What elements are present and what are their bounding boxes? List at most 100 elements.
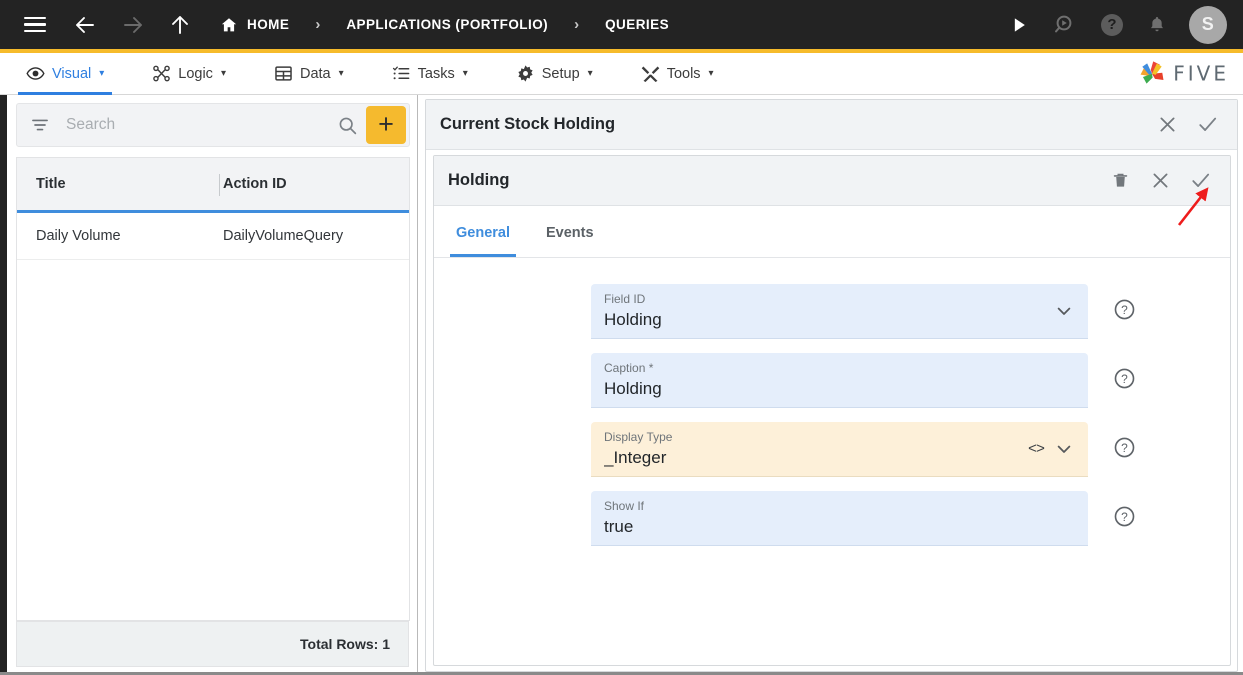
help-button[interactable]: ? <box>1101 13 1123 36</box>
play-icon <box>1014 17 1025 32</box>
home-icon <box>221 17 237 31</box>
tab-general[interactable]: General <box>442 209 524 257</box>
field-row-show-if: Show If true ? <box>434 491 1230 546</box>
caption-input[interactable]: Caption * Holding <box>591 353 1088 408</box>
caption-label: Caption * <box>604 361 654 375</box>
avatar-initial: S <box>1201 14 1215 34</box>
display-type-help-icon[interactable]: ? <box>1113 436 1136 459</box>
svg-text:?: ? <box>1121 510 1128 524</box>
caption-value: Holding <box>604 379 662 398</box>
chevron-down-icon[interactable] <box>1054 439 1074 459</box>
inner-close-button[interactable] <box>1142 163 1178 199</box>
outer-card-header: Current Stock Holding <box>426 100 1237 150</box>
menu-label-logic: Logic <box>178 65 213 82</box>
field-id-help-icon[interactable]: ? <box>1113 298 1136 321</box>
tools-icon <box>641 66 659 82</box>
tab-label-general: General <box>456 225 510 241</box>
outer-close-button[interactable] <box>1149 107 1185 143</box>
field-row-field-id: Field ID Holding ? <box>434 284 1230 339</box>
outer-confirm-button[interactable] <box>1189 107 1225 143</box>
search-play-icon <box>1055 15 1072 32</box>
menu-label-tools: Tools <box>666 65 701 82</box>
chevron-down-icon: ▾ <box>99 68 105 79</box>
field-id-input[interactable]: Field ID Holding <box>591 284 1088 339</box>
caption-help-icon[interactable]: ? <box>1113 367 1136 390</box>
menu-label-data: Data <box>299 65 331 82</box>
chevron-down-icon: ▾ <box>338 68 344 79</box>
menu-item-visual[interactable]: Visual ▾ <box>14 53 116 95</box>
outer-header-actions <box>1149 107 1225 143</box>
checklist-icon <box>392 66 410 80</box>
current-stock-holding-card: Current Stock Holding Holding General Ev… <box>425 99 1238 672</box>
menu-item-tools[interactable]: Tools ▾ <box>629 53 726 95</box>
column-header-action-id[interactable]: Action ID <box>223 176 287 192</box>
inner-delete-button[interactable] <box>1102 163 1138 199</box>
notifications-button[interactable] <box>1147 14 1167 35</box>
forward-arrow-icon <box>124 16 142 33</box>
add-query-button[interactable]: + <box>366 106 406 144</box>
search-input[interactable] <box>64 115 337 135</box>
chevron-down-icon[interactable] <box>1054 301 1074 321</box>
menu-item-tasks[interactable]: Tasks ▾ <box>380 53 480 95</box>
field-id-label: Field ID <box>604 292 646 306</box>
page-title: Current Stock Holding <box>440 115 616 133</box>
help-glyph: ? <box>1107 16 1117 33</box>
field-id-value: Holding <box>604 310 662 329</box>
holding-field-card: Holding General Events Field ID Holding … <box>433 155 1231 666</box>
five-brand-text: FIVE <box>1173 61 1229 86</box>
display-type-label: Display Type <box>604 430 673 444</box>
eye-icon <box>26 67 45 80</box>
app-window: HOME › APPLICATIONS (PORTFOLIO) › QUERIE… <box>0 0 1243 675</box>
back-button[interactable] <box>72 13 98 37</box>
display-type-input[interactable]: Display Type _Integer <> <box>591 422 1088 477</box>
chevron-down-icon: ▾ <box>587 68 593 79</box>
check-icon <box>1191 173 1209 187</box>
code-editor-icon[interactable]: <> <box>1028 441 1045 458</box>
show-if-help-icon[interactable]: ? <box>1113 505 1136 528</box>
show-if-input[interactable]: Show If true <box>591 491 1088 546</box>
chevron-down-icon: ▾ <box>462 68 468 79</box>
column-divider[interactable] <box>219 174 220 196</box>
close-icon <box>1153 173 1167 188</box>
show-if-value: true <box>604 517 634 536</box>
column-header-title[interactable]: Title <box>36 176 208 192</box>
tab-events[interactable]: Events <box>532 209 608 257</box>
close-icon <box>1160 117 1174 132</box>
up-arrow-icon <box>172 15 188 34</box>
inner-header-actions <box>1102 163 1218 199</box>
menu-label-tasks: Tasks <box>417 65 455 82</box>
general-form: Field ID Holding ? Caption * Holding ? D… <box>434 258 1230 546</box>
top-navigation-bar: HOME › APPLICATIONS (PORTFOLIO) › QUERIE… <box>0 0 1243 49</box>
debug-run-button[interactable] <box>1053 13 1077 37</box>
svg-text:?: ? <box>1121 303 1128 317</box>
tab-label-events: Events <box>546 225 594 241</box>
grid-footer: Total Rows: 1 <box>16 621 409 667</box>
menu-label-visual: Visual <box>52 65 92 82</box>
up-button[interactable] <box>168 13 192 37</box>
help-icon: ? <box>1101 13 1123 36</box>
menu-item-data[interactable]: Data ▾ <box>262 53 356 95</box>
detail-tabs: General Events <box>434 206 1230 258</box>
run-button[interactable] <box>1009 15 1029 35</box>
left-dark-edge <box>0 95 7 675</box>
search-icon[interactable] <box>337 115 358 136</box>
breadcrumb-item-queries[interactable]: QUERIES <box>605 17 669 32</box>
hamburger-menu-button[interactable] <box>24 16 46 33</box>
right-detail-panel: Current Stock Holding Holding General Ev… <box>419 95 1243 675</box>
table-row[interactable]: Daily Volume DailyVolumeQuery <box>17 213 409 260</box>
breadcrumb-item-applications[interactable]: APPLICATIONS (PORTFOLIO) <box>346 17 548 32</box>
cell-action-id: DailyVolumeQuery <box>223 228 344 244</box>
five-brand-logo: FIVE <box>1137 59 1229 88</box>
filter-icon[interactable] <box>30 115 50 135</box>
grid-header-row: Title Action ID <box>17 158 409 213</box>
menu-item-logic[interactable]: Logic ▾ <box>140 53 238 95</box>
svg-text:?: ? <box>1121 372 1128 386</box>
left-list-panel: + Title Action ID Daily Volume DailyVolu… <box>7 95 418 675</box>
menu-item-setup[interactable]: Setup ▾ <box>504 53 605 95</box>
table-icon <box>275 66 292 81</box>
forward-button[interactable] <box>120 13 146 37</box>
inner-confirm-button[interactable] <box>1182 163 1218 199</box>
hamburger-icon <box>24 16 46 33</box>
user-avatar[interactable]: S <box>1189 5 1227 44</box>
breadcrumb-item-home[interactable]: HOME <box>220 16 289 34</box>
